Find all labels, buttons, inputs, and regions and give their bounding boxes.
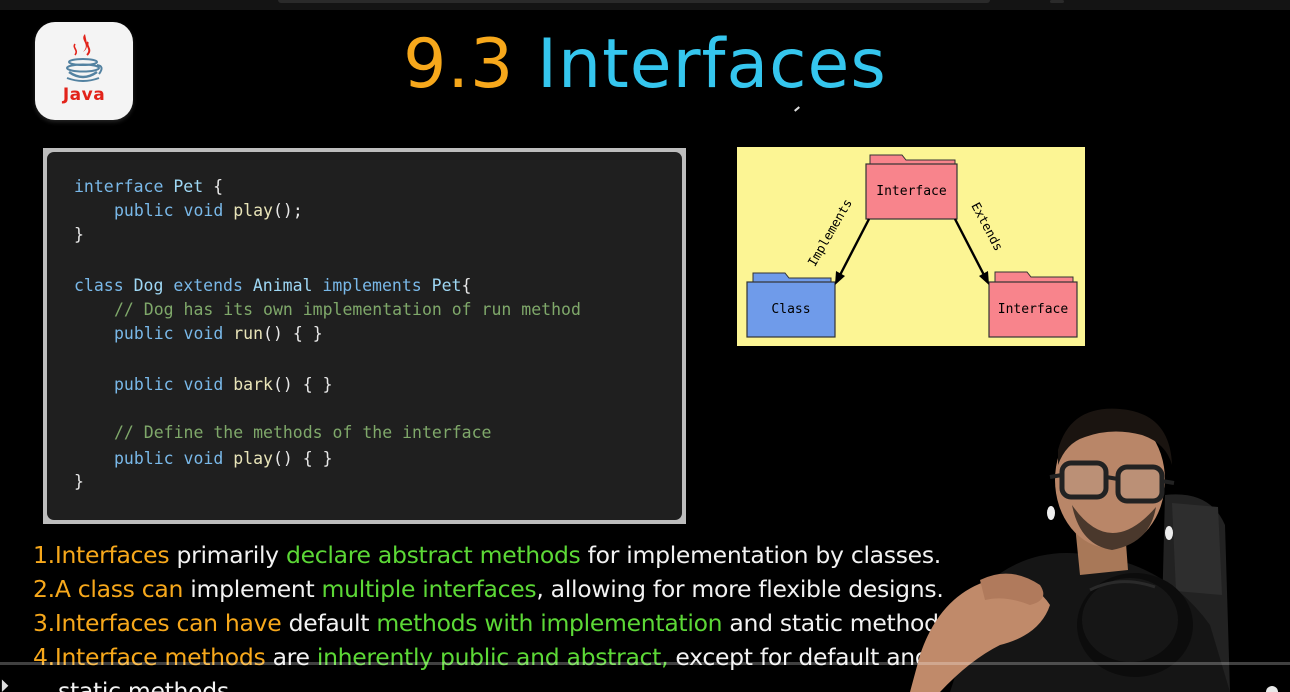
code-keyword: class — [74, 276, 124, 295]
code-punct: { — [461, 276, 472, 295]
bullet-text-highlight: A class can — [54, 575, 184, 603]
code-punct: { — [203, 177, 224, 196]
code-line-9: public void play() { } — [114, 449, 333, 469]
bullet-text: implement — [183, 575, 322, 603]
bullet-text-highlight: Interfaces — [54, 541, 170, 569]
code-line-7: public void bark() { } — [114, 375, 333, 395]
code-punct: () { } — [263, 324, 323, 343]
code-function: run — [233, 324, 264, 343]
code-punct: () { } — [272, 375, 333, 394]
slide-title: 9.3 Interfaces — [0, 24, 1290, 106]
code-keyword: public void — [114, 449, 224, 468]
bullet-text-key: methods with implementation — [376, 609, 723, 637]
code-type: Pet — [431, 276, 462, 295]
code-type: Dog — [133, 276, 164, 295]
video-progress-track[interactable] — [0, 662, 1290, 665]
bullet-number: 2. — [33, 575, 55, 603]
left-folder-label: Class — [771, 302, 811, 317]
bullet-number: 3. — [33, 609, 55, 637]
top-folder-label: Interface — [876, 184, 947, 199]
bullet-text: primarily — [169, 541, 286, 569]
bullet-text-highlight: Interface methods — [54, 643, 266, 671]
code-function: play — [233, 201, 273, 220]
code-punct: (); — [272, 201, 303, 220]
bullet-number: 4. — [33, 643, 55, 671]
code-function: play — [233, 449, 273, 468]
bullet-number: 1. — [33, 541, 55, 569]
video-top-bar — [0, 0, 1290, 10]
bullet-text: are — [265, 643, 317, 671]
code-comment-2: // Define the methods of the interface — [114, 423, 492, 442]
slide-title-number: 9.3 — [403, 25, 515, 104]
code-comment-1: // Dog has its own implementation of run… — [114, 300, 581, 319]
code-line-1: interface Pet { — [74, 177, 223, 197]
code-type: Animal — [252, 276, 313, 295]
code-keyword: public void — [114, 324, 224, 343]
code-keyword: interface — [74, 177, 164, 196]
bullet-text-key: multiple interfaces — [321, 575, 537, 603]
bullet-text-key: inherently public and abstract, — [316, 643, 669, 671]
code-line-10: } — [74, 472, 84, 491]
code-keyword: extends — [173, 276, 243, 295]
top-bar-indicator — [1050, 0, 1064, 3]
slide-title-text: Interfaces — [536, 25, 887, 104]
code-keyword: public void — [114, 201, 224, 220]
code-line-3: } — [74, 225, 84, 244]
bullet-text-highlight: Interfaces can have — [54, 609, 282, 637]
top-bar-pill — [278, 0, 990, 3]
presenter-webcam-feed — [880, 395, 1290, 692]
video-scrubber-handle[interactable] — [1266, 686, 1278, 692]
right-folder-label: Interface — [997, 302, 1069, 317]
bullet-text: default — [281, 609, 377, 637]
code-line-2: public void play(); — [114, 201, 303, 221]
code-punct: () { } — [272, 449, 333, 468]
code-keyword: implements — [322, 276, 422, 295]
bullet-text: static methods. — [58, 677, 236, 692]
code-function: bark — [233, 375, 273, 394]
interface-diagram: Interface Class Interface Implements Ext… — [737, 147, 1085, 346]
code-type: Pet — [173, 177, 204, 196]
bullet-text-key: declare abstract methods — [285, 541, 581, 569]
pointer-mark — [794, 106, 800, 112]
code-keyword: public void — [114, 375, 224, 394]
code-line-6: public void run() { } — [114, 324, 323, 344]
code-line-4: class Dog extends Animal implements Pet{ — [74, 276, 471, 296]
player-control-glyph[interactable]: ⏵ — [0, 676, 9, 692]
